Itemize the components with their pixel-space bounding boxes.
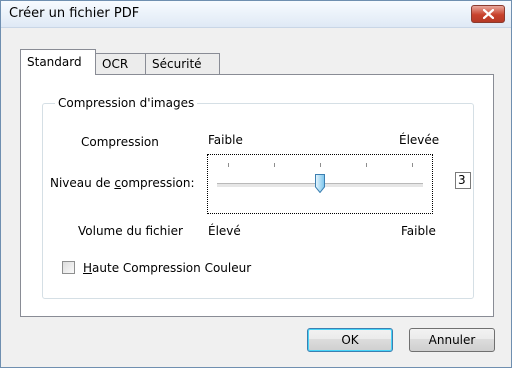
slider-tick	[274, 163, 275, 167]
tab-securite-label: Sécurité	[152, 57, 202, 71]
compression-level-mnemonic: c	[114, 176, 121, 190]
slider-thumb[interactable]	[315, 174, 325, 193]
slider-tick	[228, 163, 229, 167]
cancel-button[interactable]: Annuler	[409, 328, 495, 352]
title-bar[interactable]: Créer un fichier PDF	[1, 1, 511, 28]
ok-button[interactable]: OK	[307, 328, 393, 352]
close-button[interactable]	[471, 5, 505, 23]
slider-tick	[320, 163, 321, 167]
close-icon	[483, 9, 494, 19]
compression-level-label-pre: Niveau de	[50, 176, 115, 190]
file-size-low-label: Faible	[401, 224, 436, 238]
tab-panel-standard: Compression d'images Compression Faible …	[20, 74, 494, 317]
checkbox-label-rest: aute Compression Couleur	[92, 261, 252, 275]
checkbox-mnemonic: H	[83, 261, 93, 275]
compression-value: 3	[455, 172, 471, 189]
compression-level-label: Niveau de compression:	[50, 176, 195, 190]
tab-securite[interactable]: Sécurité	[145, 53, 220, 74]
compression-level-label-post: ompression:	[121, 176, 195, 190]
slider-tick	[412, 163, 413, 167]
tab-standard[interactable]: Standard	[20, 49, 96, 75]
compression-label: Compression	[81, 135, 159, 149]
slider-tick	[366, 163, 367, 167]
compression-low-label: Faible	[208, 133, 243, 147]
tab-ocr-label: OCR	[102, 57, 129, 71]
file-size-label: Volume du fichier	[78, 224, 183, 238]
file-size-high-label: Élevé	[208, 224, 241, 238]
group-legend: Compression d'images	[55, 96, 198, 110]
compression-high-label: Élevée	[399, 133, 440, 147]
window-title: Créer un fichier PDF	[9, 6, 140, 21]
tab-ocr[interactable]: OCR	[95, 53, 146, 74]
high-color-compression-label[interactable]: Haute Compression Couleur	[83, 261, 251, 275]
dialog-window: Créer un fichier PDF Standard OCR Sécuri…	[0, 0, 512, 368]
tab-standard-label: Standard	[27, 55, 82, 69]
high-color-compression-checkbox[interactable]	[62, 261, 75, 274]
